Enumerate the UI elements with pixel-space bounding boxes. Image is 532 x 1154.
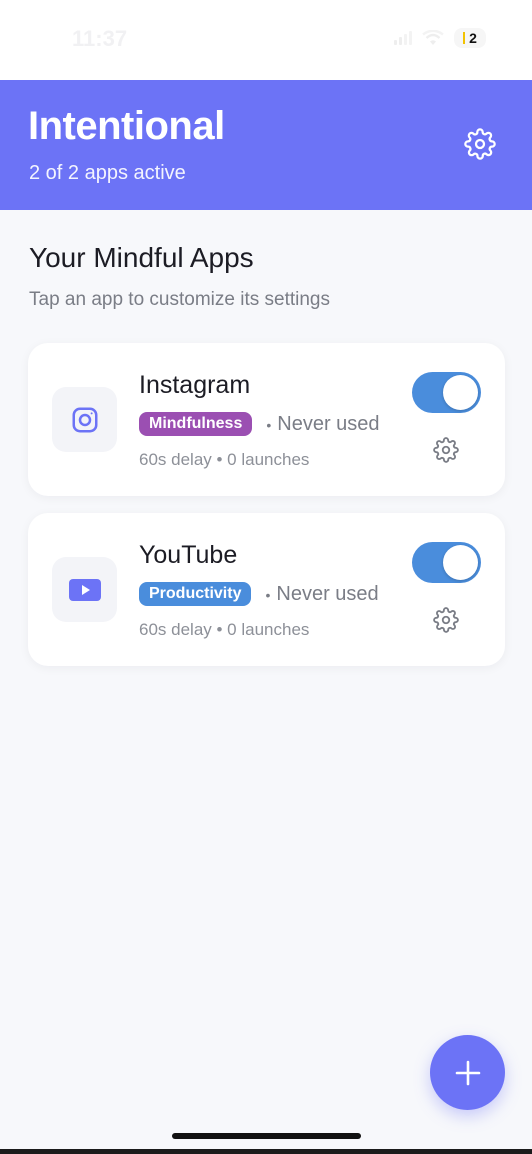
app-name: Instagram xyxy=(139,371,251,399)
gear-icon xyxy=(433,437,459,463)
usage-status: • Never used xyxy=(265,583,378,606)
gear-icon xyxy=(433,607,459,633)
app-settings-button[interactable] xyxy=(431,435,461,465)
battery-level-bar xyxy=(463,32,466,44)
screen-bottom-edge xyxy=(0,1149,532,1154)
wifi-icon xyxy=(422,30,444,45)
usage-status: • Never used xyxy=(266,413,379,436)
app-stats: 60s delay • 0 launches xyxy=(139,450,310,469)
youtube-icon xyxy=(68,578,101,601)
app-card-instagram[interactable]: Instagram Mindfulness • Never used 60s de… xyxy=(28,343,505,496)
section-title: Your Mindful Apps xyxy=(29,242,254,273)
category-badge: Mindfulness xyxy=(139,412,253,436)
battery-indicator: 2 xyxy=(454,28,486,48)
status-time: 11:37 xyxy=(72,26,128,51)
active-apps-count: 2 of 2 apps active xyxy=(29,162,186,184)
usage-text: Never used xyxy=(277,412,380,435)
toggle-knob xyxy=(443,375,478,410)
settings-button[interactable] xyxy=(462,126,498,162)
page-title: Intentional xyxy=(28,104,225,148)
usage-text: Never used xyxy=(276,582,379,605)
add-app-button[interactable] xyxy=(430,1035,505,1110)
app-name: YouTube xyxy=(139,541,238,569)
toggle-knob xyxy=(443,545,478,580)
app-enabled-toggle[interactable] xyxy=(412,372,481,413)
app-icon-container xyxy=(52,557,117,622)
instagram-icon xyxy=(72,407,97,432)
separator-dot: • xyxy=(266,416,272,433)
section-subtitle: Tap an app to customize its settings xyxy=(29,289,330,310)
status-icons: 2 xyxy=(394,28,486,48)
app-meta: Mindfulness • Never used xyxy=(139,412,380,436)
app-enabled-toggle[interactable] xyxy=(412,542,481,583)
gear-icon xyxy=(464,128,496,160)
signal-icon xyxy=(394,31,412,45)
app-card-youtube[interactable]: YouTube Productivity • Never used 60s del… xyxy=(28,513,505,666)
app-icon-container xyxy=(52,387,117,452)
status-bar: 11:37 2 xyxy=(0,0,532,80)
app-settings-button[interactable] xyxy=(431,605,461,635)
home-indicator xyxy=(172,1133,361,1139)
battery-level: 2 xyxy=(469,30,477,46)
category-badge: Productivity xyxy=(139,582,252,606)
app-meta: Productivity • Never used xyxy=(139,582,379,606)
app-stats: 60s delay • 0 launches xyxy=(139,620,310,639)
plus-icon xyxy=(455,1060,480,1085)
separator-dot: • xyxy=(265,586,271,603)
app-header: Intentional 2 of 2 apps active xyxy=(0,80,532,210)
